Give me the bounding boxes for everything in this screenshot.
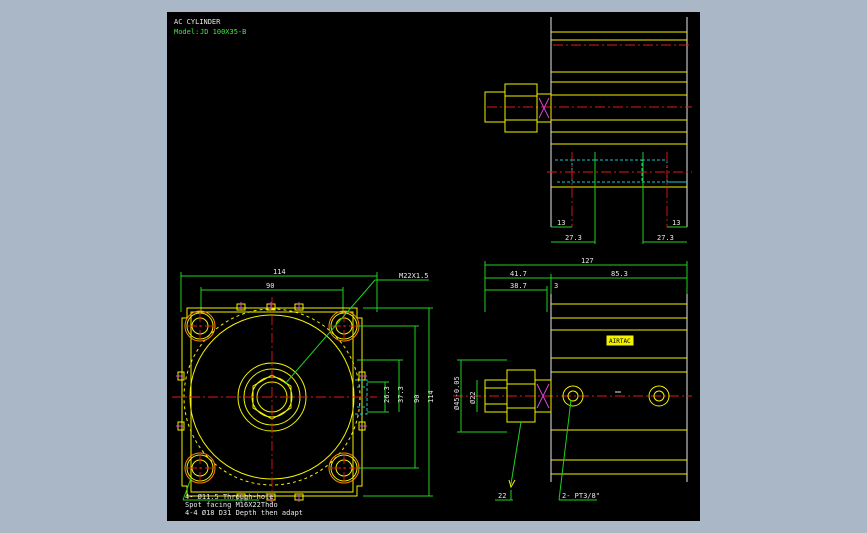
dim-wrench: 22 — [498, 492, 506, 500]
dim-total-height: 114 — [427, 390, 435, 403]
mount-note-1: 4- Ø11.5 Through-hole — [185, 493, 274, 501]
dim-center-height: 37.3 — [397, 386, 405, 403]
mount-note-2: Spot facing M16X22Thdo — [185, 501, 278, 509]
dim-pitch-height: 90 — [413, 395, 421, 403]
drawing-viewport[interactable]: AC CYLINDER Model: JD 100X35-B 13 27.3 1… — [167, 12, 700, 521]
dim-top-width: 114 — [273, 268, 286, 276]
drawing-title: AC CYLINDER — [174, 18, 221, 26]
dim-bore-dia: Ø45-0.05 — [453, 376, 461, 410]
dim-left-small: 13 — [557, 219, 565, 227]
top-view: 13 27.3 13 27.3 — [484, 17, 692, 244]
dim-right-small: 13 — [672, 219, 680, 227]
mount-note-3: 4-4 Ø18 D31 Depth then adapt — [185, 509, 303, 517]
model-label: Model: — [174, 28, 199, 36]
front-view: 114 90 M22X1.5 26.3 37.3 90 114 4- Ø11.5… — [172, 268, 435, 517]
dim-body-length: 85.3 — [611, 270, 628, 278]
dim-rod-length: 41.7 — [510, 270, 527, 278]
dim-port-height: 26.3 — [383, 386, 391, 403]
port-thread-label: M22X1.5 — [399, 272, 429, 280]
port-note: 2- PT3/8" — [562, 492, 600, 500]
dim-right-large: 27.3 — [657, 234, 674, 242]
cad-drawing: AC CYLINDER Model: JD 100X35-B 13 27.3 1… — [172, 17, 692, 517]
dim-total-length: 127 — [581, 257, 594, 265]
dim-cap-length: 38.7 — [510, 282, 527, 290]
brand-label: AIRTAC — [609, 338, 631, 345]
side-view: 127 41.7 85.3 38.7 3 AIRTAC Ø45-0.05 Ø22… — [453, 257, 692, 501]
dim-left-large: 27.3 — [565, 234, 582, 242]
dim-gap: 3 — [554, 282, 558, 290]
dim-hole-pitch: 90 — [266, 282, 274, 290]
model-value: JD 100X35-B — [200, 28, 246, 36]
dim-rod-dia: Ø22 — [469, 391, 477, 404]
